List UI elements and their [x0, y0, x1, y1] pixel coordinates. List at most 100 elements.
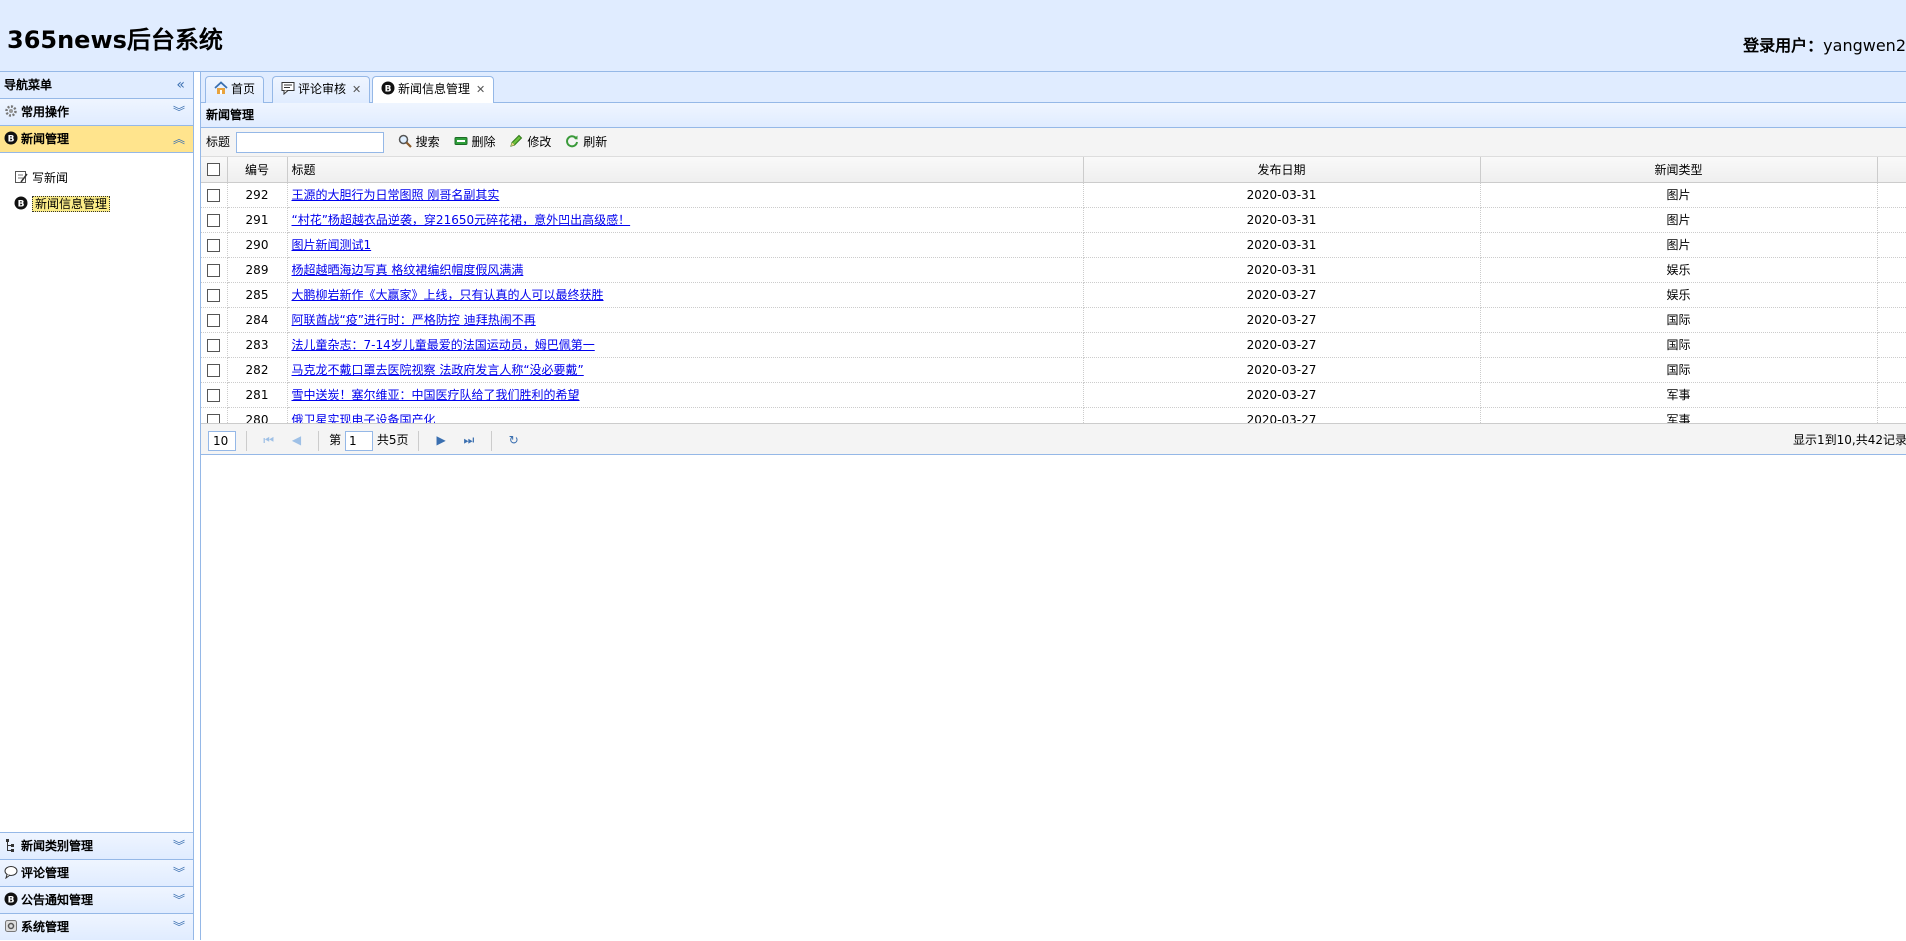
search-button-label: 搜索	[415, 135, 440, 149]
row-checkbox[interactable]	[207, 313, 221, 327]
news-title-link[interactable]: 杨超越晒海边写真 格纹裙编织帽度假风满满	[292, 263, 524, 277]
row-checkbox[interactable]	[207, 388, 221, 402]
table-row[interactable]: 285 大鹏柳岩新作《大赢家》上线，只有认真的人可以最终获胜 2020-03-2…	[201, 282, 1906, 308]
table-row[interactable]: 281 雪中送炭！塞尔维亚：中国医疗队给了我们胜利的希望 2020-03-27 …	[201, 382, 1906, 408]
tab-label: 评论审核	[298, 82, 347, 96]
edit-icon	[15, 171, 28, 183]
sidebar-header: 导航菜单 «	[0, 72, 193, 99]
refresh-icon	[566, 135, 579, 148]
delete-icon	[454, 137, 468, 145]
table-row[interactable]: 291 “村花”杨超越衣品逆袭，穿21650元碎花裙，意外凹出高级感！ 2020…	[201, 207, 1906, 233]
cell-title: 雪中送炭！塞尔维亚：中国医疗队给了我们胜利的希望	[287, 382, 1084, 408]
cell-filler	[1877, 257, 1906, 283]
row-checkbox[interactable]	[207, 213, 221, 227]
panel-comment-management[interactable]: 评论管理 ︾	[0, 859, 193, 886]
cell-type: 国际	[1480, 307, 1878, 333]
cell-id: 283	[227, 332, 288, 358]
news-title-link[interactable]: 大鹏柳岩新作《大赢家》上线，只有认真的人可以最终获胜	[292, 288, 604, 302]
last-page-icon[interactable]: ⏭	[461, 424, 477, 456]
news-title-link[interactable]: 阿联酋战“疫”进行时：严格防控 迪拜热闹不再	[292, 313, 536, 327]
close-icon[interactable]: ✕	[476, 83, 485, 96]
search-button[interactable]: 搜索	[398, 128, 440, 157]
close-icon[interactable]: ✕	[352, 83, 361, 96]
table-row[interactable]: 284 阿联酋战“疫”进行时：严格防控 迪拜热闹不再 2020-03-27 国际	[201, 307, 1906, 333]
chevron-down-icon[interactable]: ︾	[173, 914, 185, 941]
pager-separator	[490, 430, 492, 451]
tree-item-write-news[interactable]: 写新闻	[0, 165, 193, 191]
refresh-button[interactable]: 刷新	[565, 128, 607, 157]
cell-date: 2020-03-31	[1083, 207, 1481, 233]
column-header-id[interactable]: 编号	[227, 157, 288, 183]
panel-announcement-management[interactable]: B 公告通知管理 ︾	[0, 886, 193, 913]
column-header-type[interactable]: 新闻类型	[1480, 157, 1878, 183]
search-icon	[398, 134, 412, 148]
news-title-link[interactable]: 图片新闻测试1	[292, 238, 372, 252]
page-total: 共5页	[376, 433, 409, 447]
search-input[interactable]	[235, 132, 384, 153]
panel-news-management[interactable]: B 新闻管理 ︽	[0, 126, 193, 153]
tab-news-info-management[interactable]: B 新闻信息管理 ✕	[372, 76, 495, 104]
table-row[interactable]: 289 杨超越晒海边写真 格纹裙编织帽度假风满满 2020-03-31 娱乐	[201, 257, 1906, 283]
news-title-link[interactable]: 王源的大胆行为日常图照 刚哥名副其实	[292, 188, 500, 202]
table-row[interactable]: 283 法儿童杂志：7-14岁儿童最爱的法国运动员，姆巴佩第一 2020-03-…	[201, 332, 1906, 358]
news-title-link[interactable]: 雪中送炭！塞尔维亚：中国医疗队给了我们胜利的希望	[292, 388, 580, 402]
row-checkbox[interactable]	[207, 288, 221, 302]
table-row[interactable]: 282 马克龙不戴口罩去医院视察 法政府发言人称“没必要戴” 2020-03-2…	[201, 357, 1906, 383]
row-checkbox[interactable]	[207, 188, 221, 202]
select-all-checkbox[interactable]	[207, 163, 221, 177]
main-area: 首页 评论审核 ✕ B 新闻信息管理 ✕ 新闻管理 标题 搜索 删除 修改 刷新	[200, 72, 1906, 940]
row-select-cell	[201, 357, 228, 383]
collapse-sidebar-icon[interactable]: «	[176, 72, 185, 99]
chevron-down-icon[interactable]: ︾	[173, 833, 185, 860]
row-select-cell	[201, 182, 228, 208]
page-size-select[interactable]: 10	[208, 430, 236, 451]
edit-button[interactable]: 修改	[509, 128, 551, 157]
panel-common-ops[interactable]: 常用操作 ︾	[0, 99, 193, 126]
panel-news-category-management[interactable]: 新闻类别管理 ︾	[0, 832, 193, 859]
row-select-cell	[201, 257, 228, 283]
row-checkbox[interactable]	[207, 263, 221, 277]
page-number-input[interactable]: 1	[344, 430, 373, 451]
refresh-button-label: 刷新	[583, 135, 608, 149]
comment-icon	[4, 866, 18, 879]
app-header: 365news后台系统 登录用户：yangwen2	[0, 0, 1906, 72]
news-icon: B	[14, 196, 28, 210]
tree-item-news-info-management[interactable]: B 新闻信息管理	[0, 191, 193, 217]
chevron-up-icon[interactable]: ︽	[173, 126, 185, 153]
next-page-icon[interactable]: ▶	[433, 424, 449, 456]
chevron-down-icon[interactable]: ︾	[173, 99, 185, 126]
news-title-link[interactable]: 法儿童杂志：7-14岁儿童最爱的法国运动员，姆巴佩第一	[292, 338, 595, 352]
news-icon: B	[4, 892, 18, 906]
cell-id: 289	[227, 257, 288, 283]
tab-home[interactable]: 首页	[205, 76, 265, 103]
delete-button[interactable]: 删除	[454, 128, 496, 157]
table-row[interactable]: 292 王源的大胆行为日常图照 刚哥名副其实 2020-03-31 图片	[201, 182, 1906, 208]
tab-comment-review[interactable]: 评论审核 ✕	[272, 76, 371, 103]
panel-system-management[interactable]: 系统管理 ︾	[0, 913, 193, 940]
table-row[interactable]: 290 图片新闻测试1 2020-03-31 图片	[201, 232, 1906, 258]
row-checkbox[interactable]	[207, 338, 221, 352]
panel-label: 评论管理	[21, 866, 70, 880]
prev-page-icon[interactable]: ◀	[288, 424, 304, 456]
news-title-link[interactable]: 马克龙不戴口罩去医院视察 法政府发言人称“没必要戴”	[292, 363, 584, 377]
cell-title: 法儿童杂志：7-14岁儿童最爱的法国运动员，姆巴佩第一	[287, 332, 1084, 358]
column-header-date[interactable]: 发布日期	[1083, 157, 1481, 183]
gear-icon	[5, 920, 17, 932]
news-title-link[interactable]: “村花”杨超越衣品逆袭，穿21650元碎花裙，意外凹出高级感！	[292, 213, 631, 227]
reload-icon[interactable]: ↻	[506, 424, 522, 456]
news-icon: B	[4, 131, 18, 145]
cell-type: 娱乐	[1480, 282, 1878, 308]
chevron-down-icon[interactable]: ︾	[173, 887, 185, 914]
column-header-title[interactable]: 标题	[287, 157, 1084, 183]
panel-label: 公告通知管理	[21, 893, 94, 907]
cell-filler	[1877, 307, 1906, 333]
cell-id: 281	[227, 382, 288, 408]
chevron-down-icon[interactable]: ︾	[173, 860, 185, 887]
svg-text:B: B	[18, 200, 25, 210]
cell-type: 图片	[1480, 232, 1878, 258]
news-icon: B	[381, 81, 395, 95]
row-checkbox[interactable]	[207, 238, 221, 252]
row-checkbox[interactable]	[207, 363, 221, 377]
first-page-icon[interactable]: ⏮	[261, 424, 277, 456]
login-user-label: 登录用户：	[1743, 36, 1824, 55]
